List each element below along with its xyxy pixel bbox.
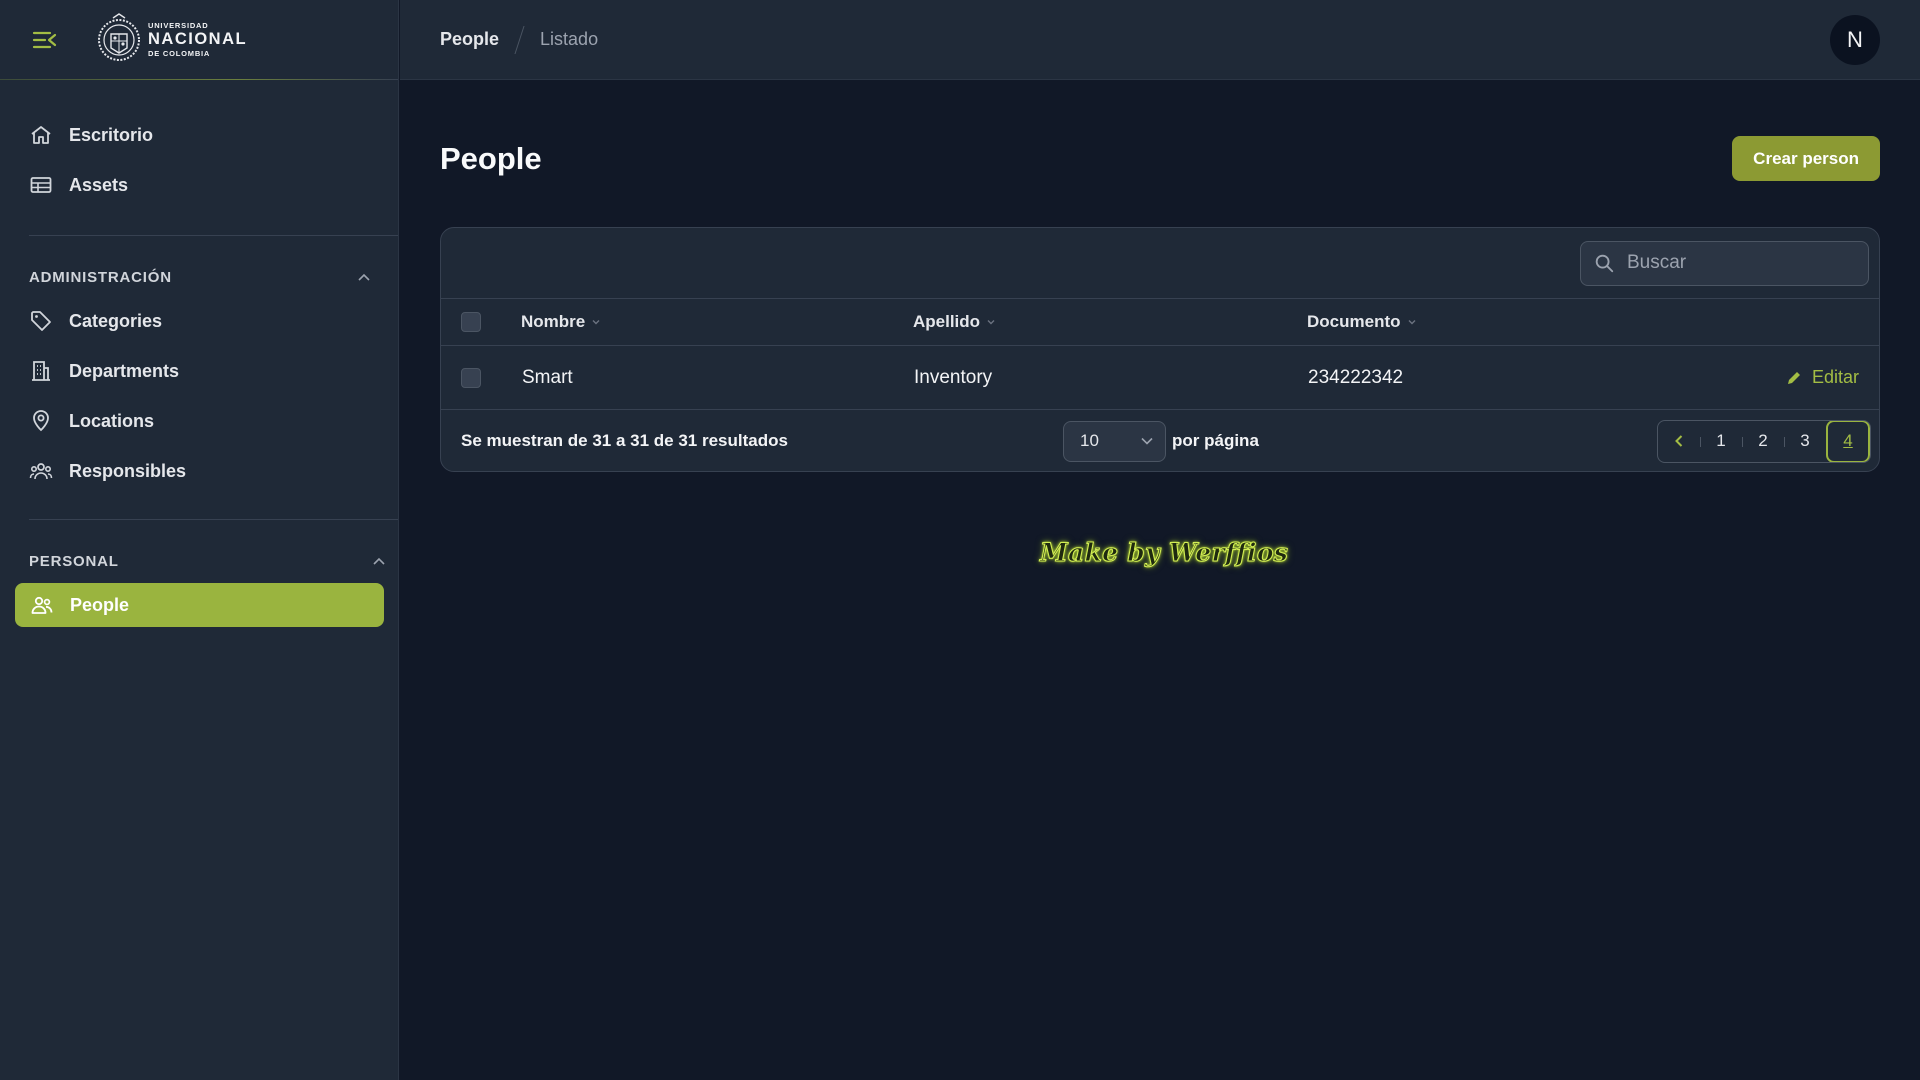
sidebar-item-label: Departments [69,360,180,381]
cell-documento: 234222342 [1308,366,1404,388]
sidebar-item-label: Categories [69,310,163,331]
user-group-icon [29,463,53,480]
main-content: People Crear person Nombre Apellido Docu… [440,80,1880,472]
table-icon [30,177,52,193]
section-title: ADMINISTRACIÓN [29,268,172,286]
breadcrumb-separator [514,25,525,54]
page-button-4[interactable]: 4 [1826,420,1870,462]
search-box[interactable] [1580,240,1869,286]
per-page-label: por página [1172,431,1259,450]
sidebar-top-group: Escritorio Assets [29,80,398,236]
table-row[interactable]: Smart Inventory 234222342 Editar [441,346,1879,410]
sidebar-section-personal: PERSONAL People [15,520,398,627]
page-header: People Crear person [440,80,1880,225]
sidebar-item-escritorio[interactable]: Escritorio [14,113,398,157]
section-title: PERSONAL [29,552,119,570]
sidebar-header: UNIVERSIDAD NACIONAL DE COLOMBIA [0,0,398,80]
table-toolbar [441,228,1879,299]
sidebar-item-people[interactable]: People [15,583,384,627]
search-input[interactable] [1627,252,1847,274]
column-header-label: Nombre [521,312,586,331]
chevron-left-icon [1675,435,1683,447]
breadcrumb-item-people[interactable]: People [440,29,499,50]
page-title: People [440,140,542,176]
section-header[interactable]: PERSONAL [15,550,398,572]
sidebar-item-label: Responsibles [69,460,187,481]
sort-chevron-icon [987,320,995,325]
row-checkbox[interactable] [461,367,481,388]
column-header-nombre[interactable]: Nombre [521,312,601,332]
logo-line-3: DE COLOMBIA [148,48,211,58]
results-summary: Se muestran de 31 a 31 de 31 resultados [461,431,788,450]
column-header-label: Apellido [913,312,981,331]
sidebar-item-assets[interactable]: Assets [14,163,398,207]
sidebar-item-responsibles[interactable]: Responsibles [14,449,398,493]
previous-page-button[interactable] [1658,421,1700,462]
column-header-documento[interactable]: Documento [1307,312,1417,332]
cell-nombre: Smart [522,366,573,388]
menu-collapse-icon [32,31,57,48]
chevron-up-icon [373,557,385,565]
sidebar: UNIVERSIDAD NACIONAL DE COLOMBIA Escrito… [0,0,399,1080]
page-button-2[interactable]: 2 [1742,421,1784,462]
search-icon [1595,254,1614,273]
table-header: Nombre Apellido Documento [441,299,1879,346]
sidebar-nav: Escritorio Assets ADMINISTRACIÓN Categor… [0,80,398,627]
chevron-down-icon [1141,437,1153,445]
logo-line-2: NACIONAL [148,30,248,49]
sidebar-item-categories[interactable]: Categories [14,299,398,343]
edit-button[interactable]: Editar [1786,367,1859,388]
avatar[interactable]: N [1830,15,1880,65]
home-icon [31,126,51,144]
per-page-control: 10 por página [1063,420,1259,462]
users-icon [31,596,53,614]
breadcrumb-item-listado: Listado [540,29,599,49]
logo-line-1: UNIVERSIDAD [148,20,209,30]
page-button-3[interactable]: 3 [1784,421,1826,462]
collapse-sidebar-button[interactable] [30,25,60,55]
select-all-checkbox[interactable] [461,312,481,332]
sidebar-item-departments[interactable]: Departments [14,349,398,393]
sidebar-section-administracion: ADMINISTRACIÓN Categories Departments Lo… [29,236,398,520]
sort-chevron-icon [592,320,600,325]
page-button-1[interactable]: 1 [1700,421,1742,462]
sidebar-item-label: People [70,594,130,615]
pencil-icon [1787,371,1800,384]
per-page-value: 10 [1080,431,1099,450]
pagination: 1 2 3 4 [1657,419,1871,463]
topbar: People Listado N [400,0,1920,80]
sort-chevron-icon [1408,320,1415,325]
section-header[interactable]: ADMINISTRACIÓN [29,266,398,288]
table-footer: Se muestran de 31 a 31 de 31 resultados … [441,410,1879,471]
create-person-button[interactable]: Crear person [1732,136,1880,181]
tag-icon [31,311,51,331]
chevron-up-icon [358,273,370,281]
university-logo[interactable]: UNIVERSIDAD NACIONAL DE COLOMBIA [96,12,247,68]
sidebar-item-label: Escritorio [69,124,154,145]
edit-label: Editar [1811,367,1859,387]
map-pin-icon [33,410,49,432]
building-icon [32,361,50,381]
column-header-label: Documento [1307,312,1401,331]
sidebar-item-label: Assets [69,174,129,195]
sidebar-item-label: Locations [69,410,155,431]
people-table-card: Nombre Apellido Documento Smart Inventor… [440,227,1880,472]
breadcrumb: People Listado [440,25,599,54]
cell-apellido: Inventory [914,366,993,388]
sidebar-item-locations[interactable]: Locations [14,399,398,443]
university-seal-icon [98,12,140,61]
per-page-select[interactable]: 10 [1063,420,1166,462]
column-header-apellido[interactable]: Apellido [913,312,996,332]
footer-credit: Make by Werffios [1039,538,1289,568]
